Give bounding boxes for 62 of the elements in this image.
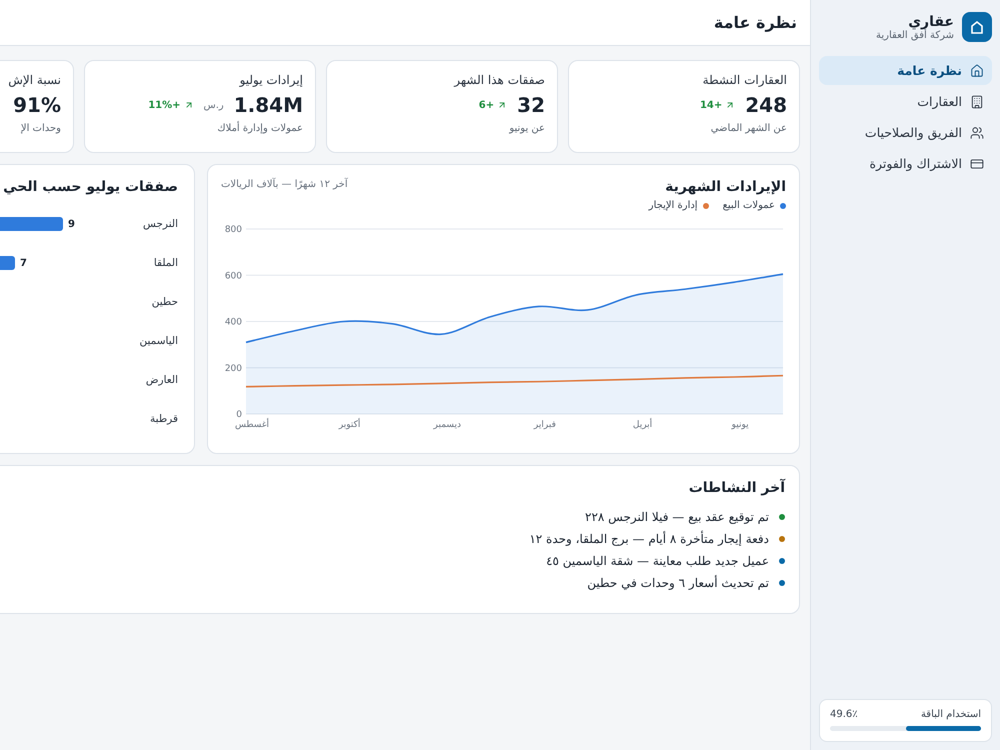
bar-value: 7	[20, 258, 27, 268]
axis-tick-label: 600	[224, 271, 242, 282]
trend-up-icon	[725, 100, 736, 110]
stat-value: 32	[517, 93, 545, 117]
activity-text: تم توقيع عقد بيع — فيلا النرجس ٢٢٨	[585, 510, 769, 524]
stat-note: عمولات وإدارة أملاك	[216, 123, 303, 134]
district-name: الياسمين	[138, 335, 178, 347]
bar-value: 9	[68, 218, 75, 230]
activity-text: تم تحديث أسعار ٦ وحدات في حطين	[587, 576, 769, 590]
axis-tick-label: 200	[224, 364, 242, 374]
stat-value: 1.84M	[234, 93, 303, 117]
district-name: العارض	[144, 374, 178, 386]
stat-delta: +6	[478, 100, 508, 110]
axis-tick-label: 800	[224, 225, 242, 235]
brand-name: عقاري	[907, 14, 954, 30]
axis-tick-label: ديسمبر	[434, 420, 461, 430]
district-name: حطين	[150, 296, 178, 308]
stat-delta: +11%	[148, 100, 194, 110]
home-icon	[970, 64, 984, 78]
axis-tick-label: فبراير	[534, 420, 556, 430]
card-title: صفقات يوليو حسب الحي	[2, 179, 178, 195]
company-name: شركة أفق العقارية	[876, 30, 954, 40]
nav-item[interactable]: نظرة عامة	[819, 56, 992, 85]
plan-usage-label: استخدام الباقة	[920, 709, 981, 720]
nav-item[interactable]: الفريق والصلاحيات	[819, 118, 992, 147]
trend-up-icon	[184, 100, 194, 110]
nav-item[interactable]: الاشتراك والفوترة	[819, 149, 992, 178]
stat-value: 91%	[13, 93, 61, 117]
axis-tick-label: أكتوبر	[338, 420, 360, 430]
logo-icon	[962, 12, 992, 42]
district-name: النرجس	[142, 218, 178, 230]
trend-up-icon	[497, 100, 508, 110]
stat-delta: +14	[700, 100, 736, 110]
axis-tick-label: 400	[224, 318, 242, 328]
stat-title: العقارات النشطة	[702, 73, 787, 87]
district-name: الملقا	[152, 257, 178, 269]
legend-label: إدارة الإيجار	[648, 200, 698, 211]
chart-title: الإيرادات الشهرية	[664, 179, 786, 195]
activity-text: دفعة إيجار متأخرة ٨ أيام — برج الملقا، وحدة ١٢	[529, 532, 769, 546]
stat-value: 248	[745, 93, 787, 117]
building-icon	[970, 94, 984, 108]
stat-title: نسبة الإش	[7, 73, 61, 87]
credit-card-icon	[970, 156, 984, 170]
axis-tick-label: 0	[236, 410, 242, 420]
stat-title: صفقات هذا الشهر	[452, 73, 545, 87]
axis-tick-label: يونيو	[732, 420, 749, 430]
stat-title: إيرادات يوليو	[238, 73, 303, 87]
currency-unit: ر.س	[204, 100, 224, 110]
users-icon	[970, 126, 984, 140]
chart-subtitle: آخر ١٢ شهرًا — بآلاف الريالات	[221, 179, 348, 190]
legend-label: عمولات البيع	[722, 200, 775, 211]
stat-note: عن يونيو	[508, 123, 545, 134]
page-title: نظرة عامة	[714, 13, 797, 32]
district-name: قرطبة	[149, 413, 178, 425]
card-title: آخر النشاطات	[688, 480, 785, 496]
stat-note: عن الشهر الماضي	[710, 123, 787, 134]
stat-note: وحدات الإ	[20, 123, 61, 134]
nav-item[interactable]: العقارات	[819, 87, 992, 116]
plan-usage-reading: 49.6٪	[830, 709, 858, 720]
axis-tick-label: أبريل	[632, 420, 652, 430]
activity-text: عميل جديد طلب معاينة — شقة الياسمين ٤٥	[546, 554, 769, 568]
axis-tick-label: أغسطس	[234, 420, 270, 430]
